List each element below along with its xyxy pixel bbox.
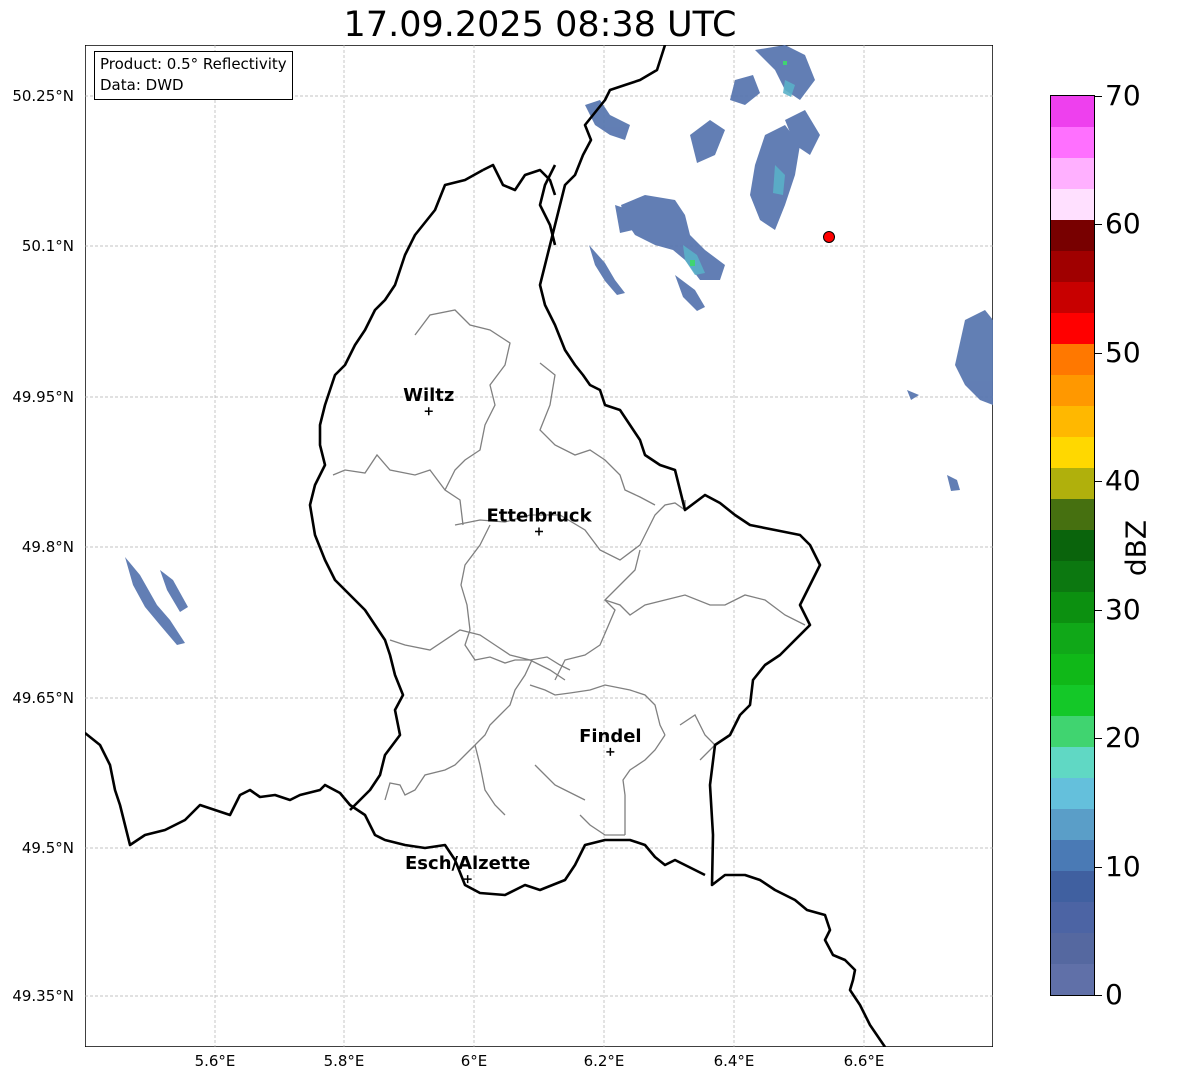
colorbar-tickmark <box>1095 96 1102 97</box>
colorbar-segment <box>1051 282 1094 313</box>
city-label: Wiltz <box>403 385 454 406</box>
colorbar <box>1050 95 1095 996</box>
colorbar-tick-label: 70 <box>1105 79 1141 112</box>
colorbar-segment <box>1051 468 1094 499</box>
y-tick: 49.65°N <box>12 689 74 707</box>
colorbar-tickmark <box>1095 224 1102 226</box>
product-label: Product: 0.5° Reflectivity <box>100 55 287 73</box>
colorbar-segment <box>1051 96 1094 127</box>
colorbar-segment <box>1051 406 1094 437</box>
colorbar-segment <box>1051 778 1094 809</box>
colorbar-segment <box>1051 716 1094 747</box>
x-tick: 5.6°E <box>194 1052 236 1070</box>
colorbar-segment <box>1051 127 1094 158</box>
x-tick: 6.4°E <box>713 1052 755 1070</box>
x-tick: 6.2°E <box>583 1052 625 1070</box>
colorbar-segment <box>1051 158 1094 189</box>
colorbar-segment <box>1051 809 1094 840</box>
colorbar-tick-label: 60 <box>1105 207 1141 241</box>
x-tick: 6°E <box>460 1052 488 1070</box>
city-label: Esch/Alzette <box>405 853 530 874</box>
data-source-label: Data: DWD <box>100 76 184 94</box>
y-tick: 49.35°N <box>12 987 74 1005</box>
colorbar-tick-label: 50 <box>1105 335 1141 369</box>
colorbar-segment <box>1051 189 1094 220</box>
colorbar-tickmark <box>1095 738 1102 740</box>
y-tick: 50.1°N <box>21 237 74 255</box>
x-tick: 5.8°E <box>323 1052 365 1070</box>
colorbar-segment <box>1051 654 1094 685</box>
colorbar-segment <box>1051 437 1094 468</box>
x-tick: 6.6°E <box>843 1052 885 1070</box>
colorbar-tickmark <box>1095 481 1102 483</box>
colorbar-tick-label: 10 <box>1105 849 1141 883</box>
y-tick: 49.8°N <box>21 538 74 556</box>
colorbar-tickmark <box>1095 352 1102 354</box>
colorbar-segment <box>1051 313 1094 344</box>
radar-site-marker <box>823 231 835 243</box>
colorbar-segment <box>1051 747 1094 778</box>
colorbar-segment <box>1051 623 1094 654</box>
map-title: 17.09.2025 08:38 UTC <box>343 5 737 45</box>
product-info-box: Product: 0.5° Reflectivity Data: DWD <box>94 51 293 100</box>
colorbar-segment <box>1051 964 1094 995</box>
colorbar-segment <box>1051 840 1094 871</box>
radar-map: Wiltz Ettelbruck Findel Esch/Alzette <box>85 45 993 1047</box>
city-label: Ettelbruck <box>486 505 592 526</box>
y-tick: 49.5°N <box>21 839 74 857</box>
colorbar-segment <box>1051 871 1094 902</box>
colorbar-segment <box>1051 530 1094 561</box>
colorbar-label: dBZ <box>1119 519 1153 577</box>
city-label: Findel <box>579 726 642 747</box>
colorbar-segment <box>1051 251 1094 282</box>
colorbar-tick-label: 20 <box>1105 721 1141 755</box>
colorbar-segment <box>1051 561 1094 592</box>
colorbar-segment <box>1051 344 1094 375</box>
colorbar-tickmark <box>1095 995 1102 996</box>
y-tick: 49.95°N <box>12 388 74 406</box>
colorbar-segment <box>1051 375 1094 406</box>
colorbar-segment <box>1051 592 1094 623</box>
colorbar-segment <box>1051 902 1094 933</box>
y-tick: 50.25°N <box>12 87 74 105</box>
colorbar-tick-label: 40 <box>1105 464 1141 498</box>
colorbar-segment <box>1051 685 1094 716</box>
colorbar-tickmark <box>1095 609 1102 611</box>
colorbar-segment <box>1051 499 1094 530</box>
colorbar-tick-label: 30 <box>1105 592 1141 626</box>
colorbar-tickmark <box>1095 866 1102 868</box>
colorbar-tick-label: 0 <box>1105 978 1123 1011</box>
colorbar-segment <box>1051 220 1094 251</box>
colorbar-segment <box>1051 933 1094 964</box>
